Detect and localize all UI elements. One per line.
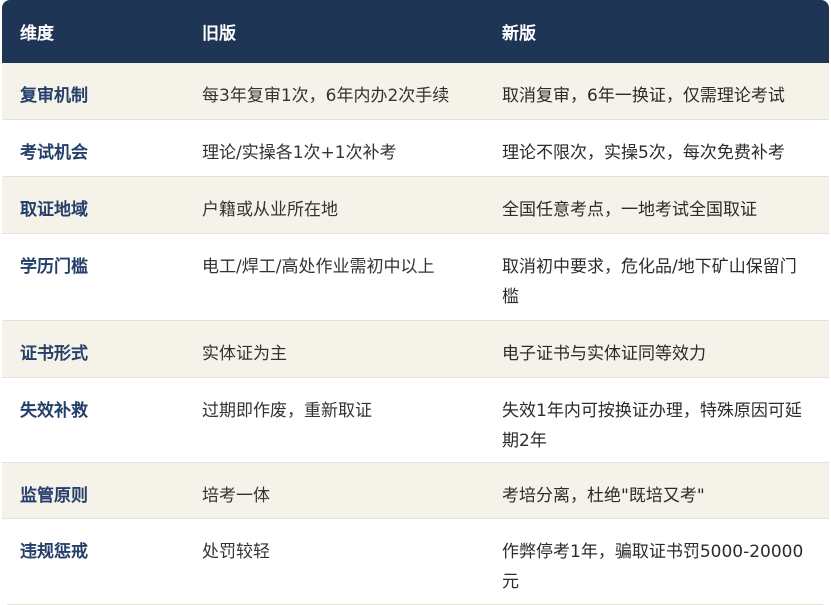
cell-dimension: 监管原则	[2, 463, 184, 519]
cell-dimension: 考试机会	[2, 120, 184, 177]
cell-new: 考培分离，杜绝"既培又考"	[484, 463, 829, 519]
cell-old: 培考一体	[184, 463, 484, 519]
cell-dimension: 失效补救	[2, 378, 184, 463]
cell-old: 处罚较轻	[184, 519, 484, 605]
cell-old: 理论/实操各1次+1次补考	[184, 120, 484, 177]
header-row: 维度 旧版 新版	[2, 0, 829, 63]
table-header: 维度 旧版 新版	[2, 0, 829, 63]
cell-old: 过期即作废，重新取证	[184, 378, 484, 463]
cell-new: 全国任意考点，一地考试全国取证	[484, 177, 829, 234]
comparison-table-container: 维度 旧版 新版 复审机制 每3年复审1次，6年内办2次手续 取消复审，6年一换…	[0, 0, 831, 605]
cell-dimension: 复审机制	[2, 63, 184, 120]
cell-new: 取消复审，6年一换证，仅需理论考试	[484, 63, 829, 120]
header-old-version: 旧版	[184, 0, 484, 63]
header-dimension: 维度	[2, 0, 184, 63]
table-row: 失效补救 过期即作废，重新取证 失效1年内可按换证办理，特殊原因可延期2年	[2, 378, 829, 463]
cell-new: 作弊停考1年，骗取证书罚5000-20000元	[484, 519, 829, 605]
table-row: 复审机制 每3年复审1次，6年内办2次手续 取消复审，6年一换证，仅需理论考试	[2, 63, 829, 120]
comparison-table: 维度 旧版 新版 复审机制 每3年复审1次，6年内办2次手续 取消复审，6年一换…	[2, 0, 829, 605]
cell-dimension: 证书形式	[2, 321, 184, 378]
table-row: 考试机会 理论/实操各1次+1次补考 理论不限次，实操5次，每次免费补考	[2, 120, 829, 177]
cell-old: 户籍或从业所在地	[184, 177, 484, 234]
table-row: 证书形式 实体证为主 电子证书与实体证同等效力	[2, 321, 829, 378]
cell-dimension: 违规惩戒	[2, 519, 184, 605]
cell-new: 失效1年内可按换证办理，特殊原因可延期2年	[484, 378, 829, 463]
cell-old: 电工/焊工/高处作业需初中以上	[184, 234, 484, 321]
cell-dimension: 取证地域	[2, 177, 184, 234]
cell-old: 实体证为主	[184, 321, 484, 378]
table-body: 复审机制 每3年复审1次，6年内办2次手续 取消复审，6年一换证，仅需理论考试 …	[2, 63, 829, 605]
cell-new: 理论不限次，实操5次，每次免费补考	[484, 120, 829, 177]
header-new-version: 新版	[484, 0, 829, 63]
table-row: 取证地域 户籍或从业所在地 全国任意考点，一地考试全国取证	[2, 177, 829, 234]
table-row: 监管原则 培考一体 考培分离，杜绝"既培又考"	[2, 463, 829, 519]
cell-old: 每3年复审1次，6年内办2次手续	[184, 63, 484, 120]
cell-new: 电子证书与实体证同等效力	[484, 321, 829, 378]
cell-dimension: 学历门槛	[2, 234, 184, 321]
table-row: 学历门槛 电工/焊工/高处作业需初中以上 取消初中要求，危化品/地下矿山保留门槛	[2, 234, 829, 321]
table-row: 违规惩戒 处罚较轻 作弊停考1年，骗取证书罚5000-20000元	[2, 519, 829, 605]
cell-new: 取消初中要求，危化品/地下矿山保留门槛	[484, 234, 829, 321]
